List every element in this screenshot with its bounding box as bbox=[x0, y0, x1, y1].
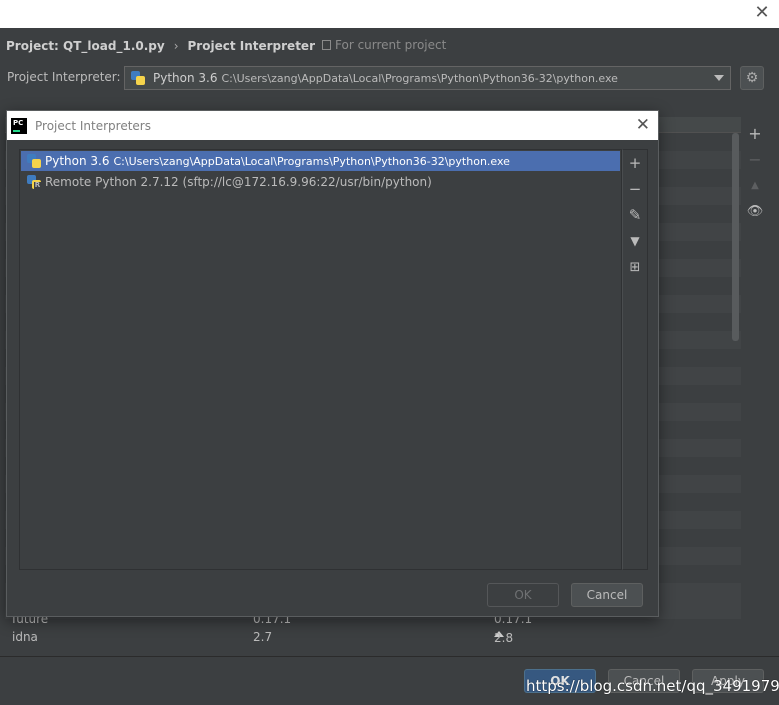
interpreter-list: Python 3.6 C:\Users\zang\AppData\Local\P… bbox=[19, 149, 622, 570]
scope-note-label: For current project bbox=[335, 38, 447, 52]
package-version: 2.7 bbox=[253, 630, 273, 644]
gear-icon: ⚙ bbox=[745, 70, 759, 86]
copy-icon bbox=[322, 40, 331, 50]
packages-toolbar: + − ▲ 👁 bbox=[744, 120, 766, 224]
add-icon[interactable]: + bbox=[623, 150, 647, 176]
dialog-close-icon[interactable]: ✕ bbox=[636, 115, 650, 135]
interpreter-name: Python 3.6 bbox=[45, 154, 110, 168]
interpreter-path: C:\Users\zang\AppData\Local\Programs\Pyt… bbox=[113, 154, 510, 168]
remote-python-icon: R bbox=[27, 175, 41, 189]
breadcrumb-page: Project Interpreter bbox=[187, 39, 315, 53]
package-latest: 2.8 bbox=[494, 631, 514, 645]
dialog-ok-button[interactable]: OK bbox=[487, 583, 559, 607]
breadcrumb-project[interactable]: Project: QT_load_1.0.py bbox=[6, 39, 165, 53]
package-name: idna bbox=[12, 630, 38, 644]
watermark-text: https://blog.csdn.net/qq_34919792 bbox=[526, 677, 779, 695]
dialog-titlebar: PC Project Interpreters ✕ bbox=[7, 111, 658, 140]
add-package-icon[interactable]: + bbox=[744, 120, 766, 146]
python-icon bbox=[27, 154, 41, 168]
edit-icon[interactable]: ✎ bbox=[623, 202, 647, 228]
interpreter-list-toolbar: + − ✎ ▼ ⊞ bbox=[622, 149, 648, 570]
eye-icon[interactable]: 👁 bbox=[744, 198, 766, 224]
list-item[interactable]: Python 3.6 C:\Users\zang\AppData\Local\P… bbox=[21, 151, 620, 171]
chevron-down-icon[interactable] bbox=[714, 75, 724, 81]
table-row[interactable]: idna 2.7 2.8 bbox=[5, 629, 741, 645]
python-icon bbox=[131, 71, 145, 85]
dialog-cancel-button[interactable]: Cancel bbox=[571, 583, 643, 607]
interpreter-label: Project Interpreter: bbox=[7, 70, 121, 84]
remove-icon[interactable]: − bbox=[623, 176, 647, 202]
tree-icon[interactable]: ⊞ bbox=[623, 254, 647, 280]
scope-note: For current project bbox=[322, 38, 446, 52]
window-close-icon[interactable]: ✕ bbox=[753, 4, 771, 22]
interpreter-path: C:\Users\zang\AppData\Local\Programs\Pyt… bbox=[221, 71, 618, 85]
interpreter-name: Remote Python 2.7.12 (sftp://lc@172.16.9… bbox=[45, 175, 432, 189]
packages-scrollbar[interactable] bbox=[732, 133, 739, 341]
breadcrumb-separator: › bbox=[173, 39, 179, 53]
pycharm-logo: PC bbox=[11, 117, 27, 134]
remove-package-icon[interactable]: − bbox=[744, 146, 766, 172]
interpreter-settings-button[interactable]: ⚙ bbox=[740, 66, 764, 90]
settings-titlebar: ✕ bbox=[0, 0, 779, 28]
interpreter-combobox[interactable]: Python 3.6 C:\Users\zang\AppData\Local\P… bbox=[124, 66, 731, 90]
breadcrumb: Project: QT_load_1.0.py › Project Interp… bbox=[6, 37, 315, 55]
interpreter-value: Python 3.6 bbox=[153, 71, 218, 85]
filter-icon[interactable]: ▼ bbox=[623, 228, 647, 254]
dialog-title: Project Interpreters bbox=[35, 118, 151, 133]
upgrade-package-icon[interactable]: ▲ bbox=[744, 172, 766, 198]
list-item[interactable]: R Remote Python 2.7.12 (sftp://lc@172.16… bbox=[21, 172, 620, 192]
project-interpreters-dialog: PC Project Interpreters ✕ Python 3.6 C:\… bbox=[6, 110, 659, 617]
